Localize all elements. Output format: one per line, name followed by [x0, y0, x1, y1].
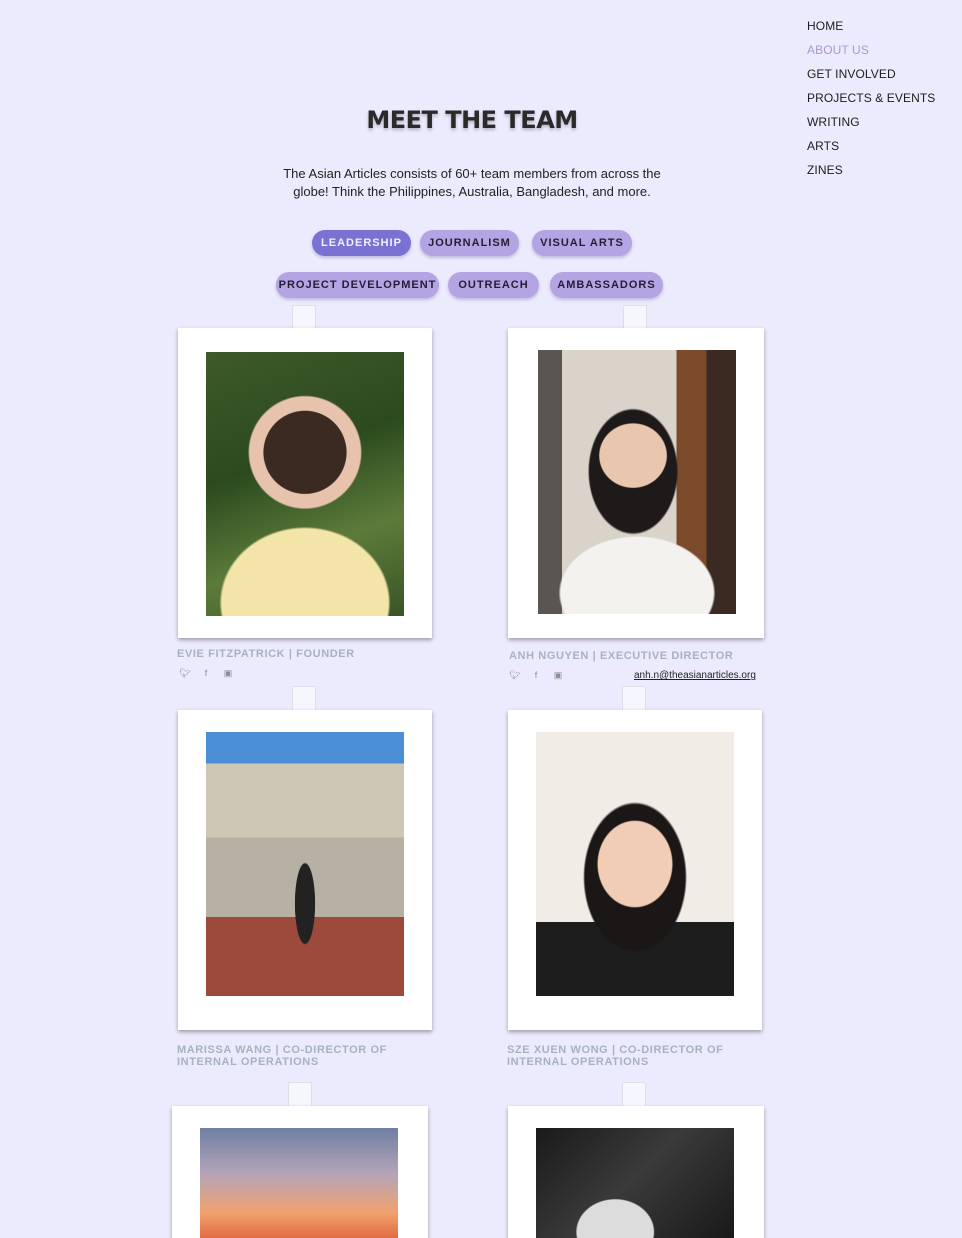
member-photo: [536, 1128, 734, 1238]
member-email-link[interactable]: anh.n@theasianarticles.org: [634, 670, 756, 681]
member-card: [172, 1106, 428, 1238]
nav-about-us[interactable]: ABOUT US: [807, 38, 935, 62]
member-photo: [206, 732, 404, 996]
filter-ambassadors[interactable]: AMBASSADORS: [550, 272, 663, 298]
twitter-icon[interactable]: 🐦︎: [509, 670, 520, 681]
social-links: 🐦︎ f ▣: [179, 668, 233, 679]
member-photo: [538, 350, 736, 614]
nav-get-involved[interactable]: GET INVOLVED: [807, 62, 935, 86]
filter-outreach[interactable]: OUTREACH: [448, 272, 539, 298]
member-caption: EVIE FITZPATRICK | FOUNDER: [177, 648, 355, 660]
nav-arts[interactable]: ARTS: [807, 134, 935, 158]
instagram-icon[interactable]: ▣: [553, 670, 563, 681]
filter-visual-arts[interactable]: VISUAL ARTS: [532, 230, 632, 256]
intro-text: The Asian Articles consists of 60+ team …: [283, 166, 661, 199]
member-photo: [536, 732, 734, 996]
member-card: [178, 710, 432, 1030]
member-caption: SZE XUEN WONG | CO-DIRECTOR OF INTERNAL …: [507, 1044, 724, 1068]
member-caption: ANH NGUYEN | EXECUTIVE DIRECTOR: [509, 650, 734, 662]
twitter-icon[interactable]: 🐦︎: [179, 668, 190, 679]
member-card: [178, 328, 432, 638]
member-card: [508, 710, 762, 1030]
facebook-icon[interactable]: f: [531, 670, 541, 681]
member-card: [508, 1106, 764, 1238]
member-photo: [200, 1128, 398, 1238]
filter-leadership[interactable]: LEADERSHIP: [312, 230, 411, 256]
facebook-icon[interactable]: f: [201, 668, 211, 679]
social-links: 🐦︎ f ▣: [509, 670, 563, 681]
instagram-icon[interactable]: ▣: [223, 668, 233, 679]
member-photo: [206, 352, 404, 616]
member-card: [508, 328, 764, 638]
nav-home[interactable]: HOME: [807, 14, 935, 38]
main-nav: HOME ABOUT US GET INVOLVED PROJECTS & EV…: [807, 14, 935, 182]
filter-project-development[interactable]: PROJECT DEVELOPMENT: [276, 272, 439, 298]
member-caption: MARISSA WANG | CO-DIRECTOR OF INTERNAL O…: [177, 1044, 387, 1068]
page-title: MEET THE TEAM: [366, 106, 578, 134]
nav-zines[interactable]: ZINES: [807, 158, 935, 182]
filter-journalism[interactable]: JOURNALISM: [420, 230, 519, 256]
